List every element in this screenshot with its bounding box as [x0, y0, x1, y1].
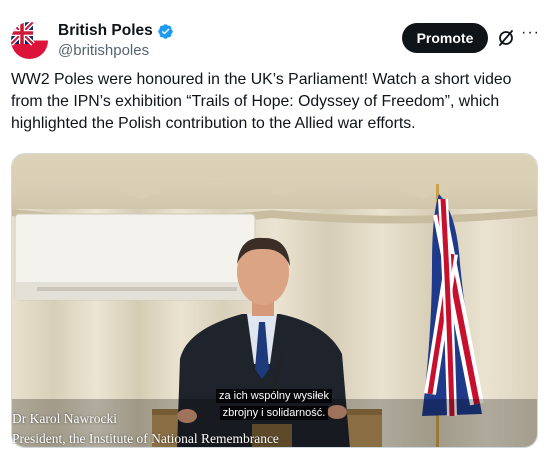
author-name-row: British Poles [58, 22, 174, 40]
speaker-name: Dr Karol Nawrocki [12, 411, 117, 426]
speaker-lower-third: Dr Karol Nawrocki President, the Institu… [12, 409, 279, 449]
author-display-name[interactable]: British Poles [58, 22, 153, 40]
more-icon[interactable]: ··· [521, 25, 541, 46]
avatar[interactable] [11, 22, 48, 59]
speaker-title: President, the Institute of National Rem… [12, 431, 279, 446]
tweet-text: WW2 Poles were honoured in the UK’s Parl… [11, 71, 512, 132]
subtitle-line-1: za ich wspólny wysiłek [215, 389, 333, 403]
verified-badge-icon [157, 23, 173, 39]
author-handle[interactable]: @britishpoles [58, 42, 149, 59]
grok-icon[interactable] [496, 28, 516, 48]
union-jack-polish-flag-avatar-icon [11, 22, 48, 59]
promote-button[interactable]: Promote [402, 23, 488, 53]
